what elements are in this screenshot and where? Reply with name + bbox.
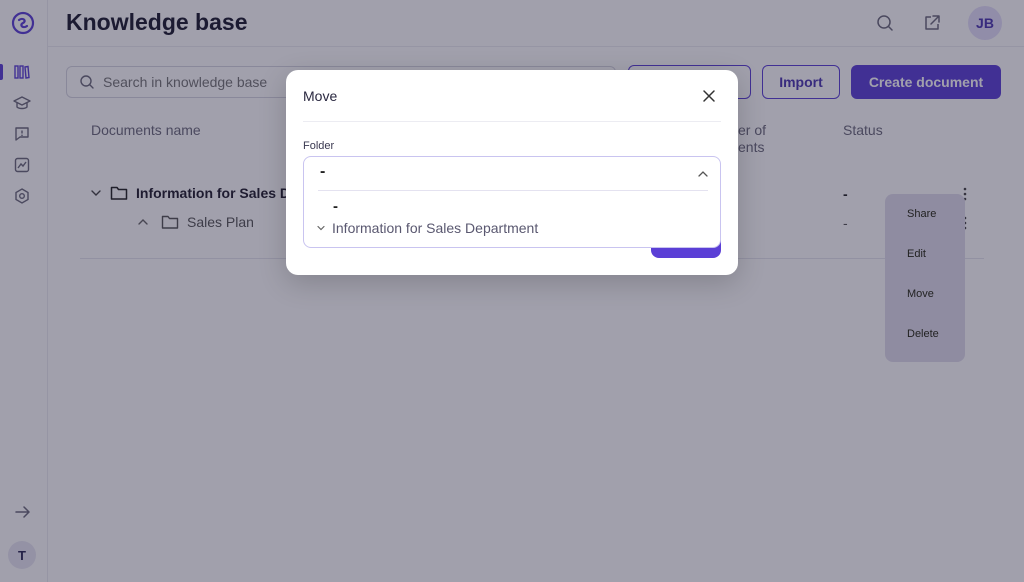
chevron-up-icon[interactable] [697, 170, 709, 178]
chevron-down-icon[interactable] [316, 223, 326, 233]
menu-item-edit[interactable]: Edit [907, 248, 926, 260]
folder-select-value[interactable]: - [320, 163, 325, 181]
close-icon[interactable] [702, 89, 716, 103]
dialog-divider [303, 121, 721, 122]
menu-item-delete[interactable]: Delete [907, 328, 939, 340]
folder-field-label: Folder [303, 140, 335, 152]
menu-item-share[interactable]: Share [907, 208, 936, 220]
row-context-menu: Share Edit Move Delete [885, 194, 965, 362]
folder-option-sales[interactable]: Information for Sales Department [316, 220, 538, 236]
folder-option-label[interactable]: Information for Sales Department [332, 220, 538, 236]
select-divider [318, 190, 708, 191]
move-dialog: Move Folder - - Information for Sales De… [286, 70, 738, 275]
folder-select[interactable]: - - Information for Sales Department [303, 156, 721, 248]
dialog-title: Move [303, 88, 338, 104]
folder-option-root[interactable]: - [333, 198, 338, 215]
menu-item-move[interactable]: Move [907, 288, 934, 300]
